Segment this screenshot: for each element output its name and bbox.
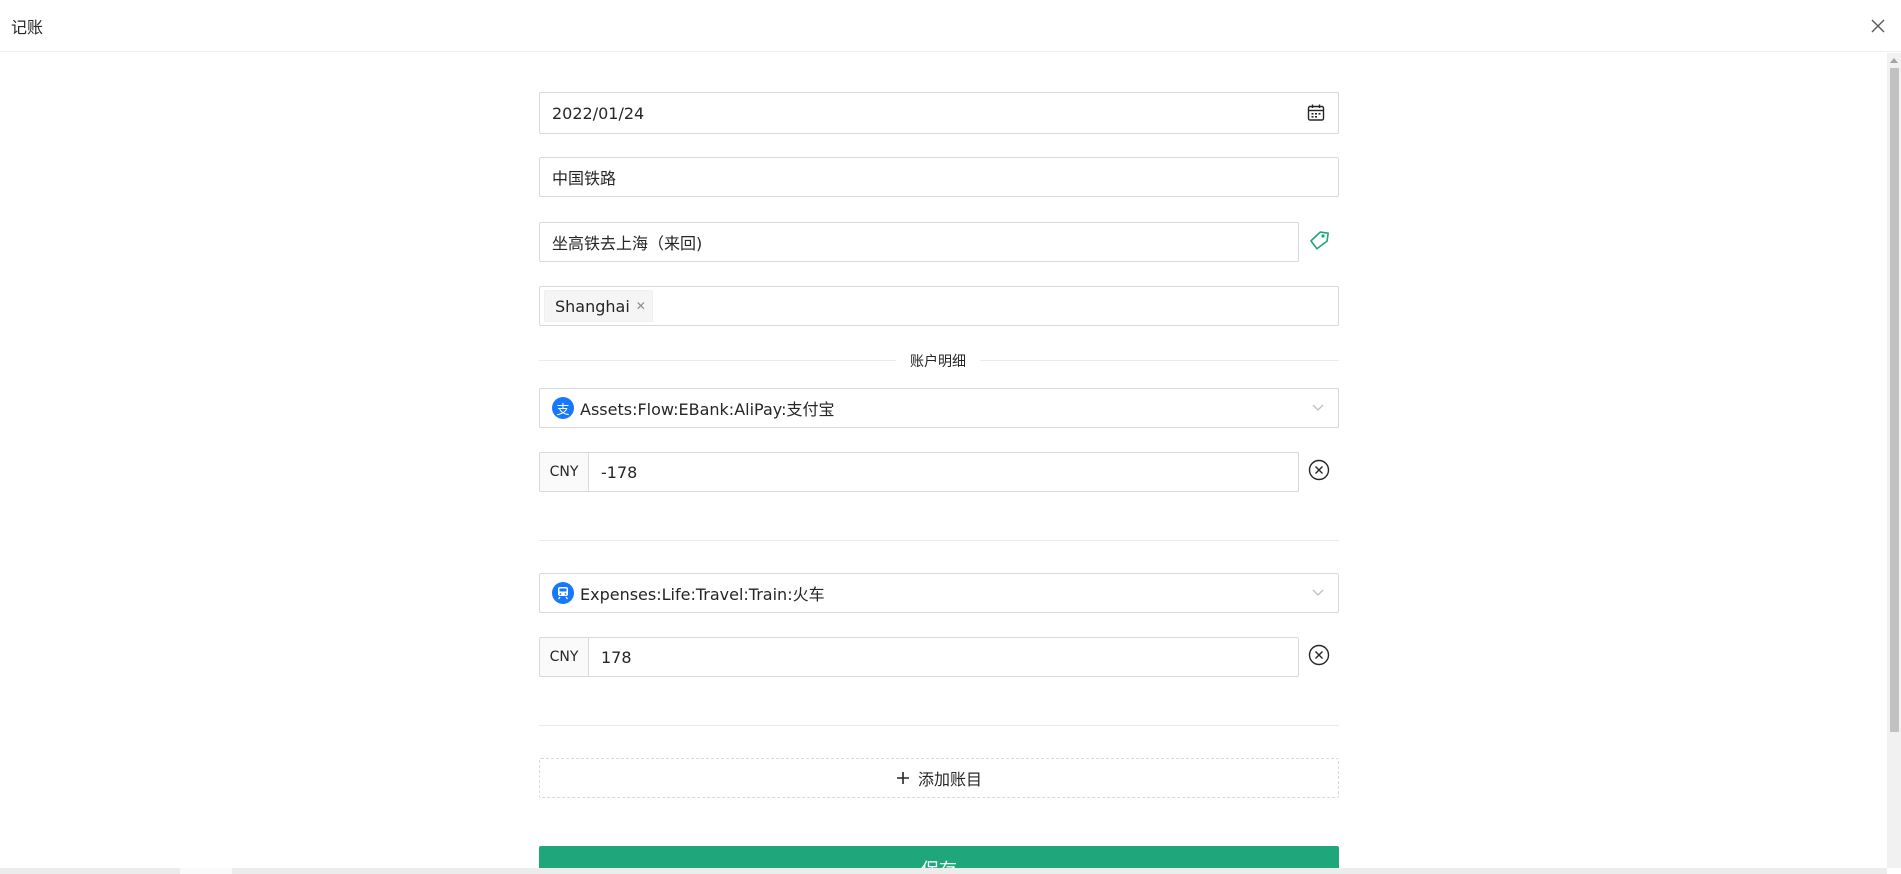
currency-addon: CNY (539, 452, 589, 492)
entry-divider (539, 725, 1339, 726)
close-button[interactable] (1866, 14, 1890, 38)
tag-chip: Shanghai ✕ (544, 290, 653, 322)
payee-value: 中国铁路 (552, 169, 617, 188)
amount-input[interactable]: 178 (588, 637, 1299, 677)
chevron-down-icon (1312, 574, 1324, 612)
train-icon (552, 582, 574, 604)
remove-entry-button[interactable] (1306, 642, 1332, 668)
tag-label: Shanghai (555, 296, 630, 316)
account-select[interactable]: 支 Assets:Flow:EBank:AliPay:支付宝 (539, 388, 1339, 428)
account-value: Expenses:Life:Travel:Train:火车 (580, 585, 825, 604)
scroll-up-arrow-icon[interactable] (1887, 53, 1901, 67)
tag-icon[interactable] (1306, 228, 1332, 254)
amount-value: 178 (601, 647, 632, 667)
close-icon (1871, 19, 1885, 33)
modal-body: 2022/01/24 中国铁路 坐高铁去上海（来回) Shanghai ✕ 账户… (0, 53, 1887, 868)
narration-input[interactable]: 坐高铁去上海（来回) (539, 222, 1299, 262)
horizontal-scrollbar-thumb[interactable] (180, 868, 232, 874)
add-entry-button[interactable]: 添加账目 (539, 758, 1339, 798)
chevron-down-icon (1312, 389, 1324, 427)
currency-addon: CNY (539, 637, 589, 677)
account-select[interactable]: Expenses:Life:Travel:Train:火车 (539, 573, 1339, 613)
tags-select[interactable]: Shanghai ✕ (539, 286, 1339, 326)
amount-value: -178 (601, 462, 638, 482)
divider-label: 账户明细 (896, 351, 980, 371)
scrollbar-thumb[interactable] (1890, 68, 1899, 732)
modal-title: 记账 (11, 18, 44, 37)
date-picker[interactable]: 2022/01/24 (539, 92, 1339, 134)
entry-divider (539, 540, 1339, 541)
close-circle-icon (1308, 644, 1330, 666)
alipay-icon: 支 (552, 397, 574, 419)
payee-input[interactable]: 中国铁路 (539, 157, 1339, 197)
horizontal-scrollbar[interactable] (0, 868, 1887, 874)
date-value: 2022/01/24 (552, 103, 645, 123)
narration-value: 坐高铁去上海（来回) (552, 234, 703, 253)
save-button[interactable]: 保存 (539, 846, 1339, 868)
save-label: 保存 (921, 856, 957, 868)
account-value: Assets:Flow:EBank:AliPay:支付宝 (580, 400, 835, 419)
add-entry-label: 添加账目 (917, 770, 982, 789)
close-circle-icon (1308, 459, 1330, 481)
plus-icon (896, 772, 909, 784)
tag-remove-icon[interactable]: ✕ (636, 299, 646, 313)
calendar-icon[interactable] (1306, 103, 1326, 123)
modal-header: 记账 (0, 0, 1901, 52)
remove-entry-button[interactable] (1306, 457, 1332, 483)
amount-input[interactable]: -178 (588, 452, 1299, 492)
